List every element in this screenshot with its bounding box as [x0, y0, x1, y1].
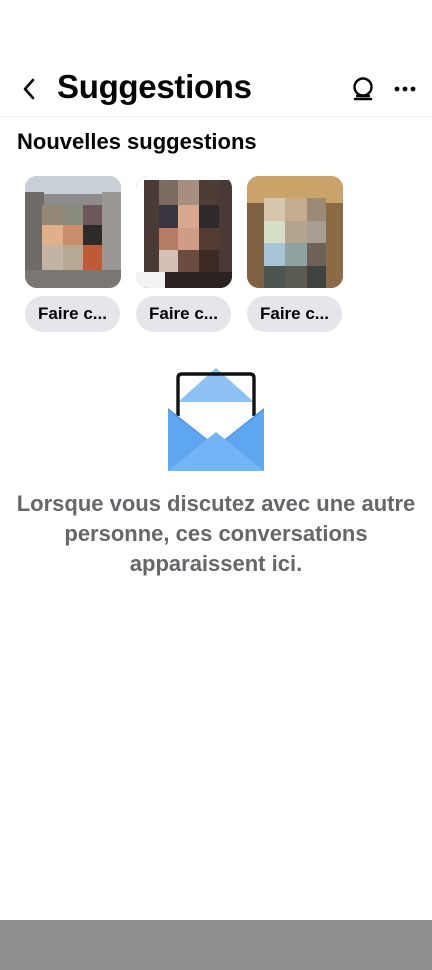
app-header: Suggestions	[0, 62, 432, 116]
envelope-flap-icon	[168, 368, 264, 471]
back-button[interactable]	[14, 74, 44, 104]
page-title: Suggestions	[57, 68, 252, 105]
profile-photo[interactable]	[136, 176, 232, 288]
lightbulb-icon	[353, 77, 373, 101]
connect-button[interactable]: Faire c...	[136, 296, 231, 332]
system-navigation-bar	[0, 920, 432, 970]
more-button[interactable]	[390, 74, 420, 104]
suggestions-title: Nouvelles suggestions	[17, 129, 257, 154]
header-divider	[0, 116, 432, 117]
suggestion-card[interactable]: Faire c...	[136, 176, 232, 332]
empty-state-message: Lorsque vous discutez avec une autre per…	[16, 491, 416, 576]
connect-button[interactable]: Faire c...	[247, 296, 342, 332]
suggestion-card[interactable]: Faire c...	[25, 176, 121, 332]
profile-photo[interactable]	[25, 176, 121, 288]
connect-button[interactable]: Faire c...	[25, 296, 120, 332]
status-button[interactable]	[348, 74, 378, 104]
profile-photo[interactable]	[247, 176, 343, 288]
more-horizontal-icon	[394, 86, 416, 92]
messenger-screen: Suggestions Nouvelles suggestions Faire …	[0, 0, 432, 970]
chevron-left-icon	[23, 78, 35, 100]
suggestion-card[interactable]: Faire c...	[247, 176, 343, 332]
